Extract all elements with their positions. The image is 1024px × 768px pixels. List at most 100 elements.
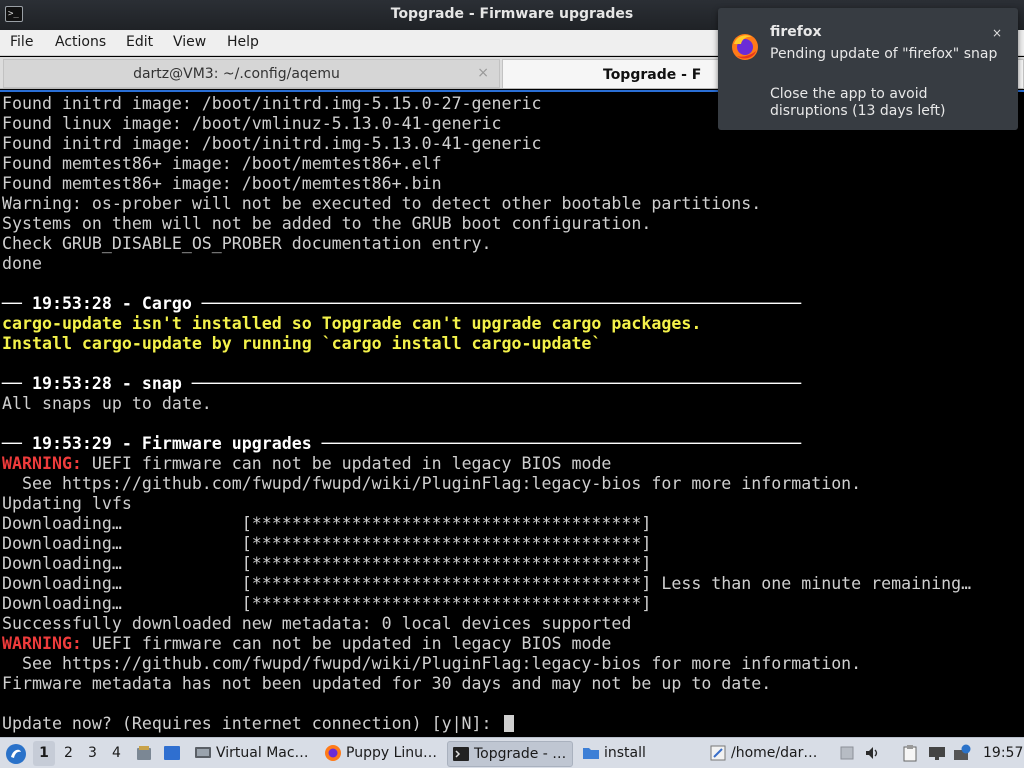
firefox-icon	[325, 745, 341, 761]
notification-app-name: firefox	[770, 24, 822, 40]
line-text: See https://github.com/fwupd/fwupd/wiki/…	[2, 474, 862, 493]
line-text: ── 19:53:29 - Firmware upgrades ────────…	[2, 434, 802, 453]
line-text: Check GRUB_DISABLE_OS_PROBER documentati…	[2, 234, 492, 253]
notification-popup[interactable]: firefox × Pending update of "firefox" sn…	[718, 8, 1018, 130]
terminal-line: Install cargo-update by running `cargo i…	[2, 334, 601, 354]
line-text: Found initrd image: /boot/initrd.img-5.1…	[2, 134, 542, 153]
task-puppy-linux[interactable]: Puppy Linu…	[320, 741, 442, 767]
network-icon[interactable]	[928, 744, 946, 762]
show-desktop-icon[interactable]	[163, 744, 181, 762]
terminal-line: Downloading… [**************************…	[2, 554, 651, 574]
line-text: done	[2, 254, 42, 273]
tab-label: dartz@VM3: ~/.config/aqemu	[133, 66, 340, 82]
line-text: Warning: os-prober will not be executed …	[2, 194, 762, 213]
task-topgrade[interactable]: Topgrade - …	[447, 741, 573, 767]
line-text: Updating lvfs	[2, 494, 132, 513]
terminal-line: Systems on them will not be added to the…	[2, 214, 651, 234]
terminal-line: Found memtest86+ image: /boot/memtest86+…	[2, 154, 442, 174]
terminal-line: Found initrd image: /boot/initrd.img-5.1…	[2, 134, 541, 154]
terminal-line: WARNING: UEFI firmware can not be update…	[2, 634, 611, 654]
text-editor-icon	[710, 745, 726, 761]
line-text: Successfully downloaded new metadata: 0 …	[2, 614, 632, 633]
terminal-line: All snaps up to date.	[2, 394, 212, 414]
menu-help[interactable]: Help	[227, 34, 259, 50]
terminal-line: Updating lvfs	[2, 494, 132, 514]
menu-view[interactable]: View	[173, 34, 206, 50]
terminal-line: Downloading… [**************************…	[2, 514, 651, 534]
terminal-line: Firmware metadata has not been updated f…	[2, 674, 771, 694]
terminal-line: done	[2, 254, 42, 274]
line-text: Found initrd image: /boot/initrd.img-5.1…	[2, 94, 542, 113]
clipboard-icon[interactable]	[901, 744, 919, 762]
terminal-cursor[interactable]	[503, 715, 514, 732]
workspace-4[interactable]: 4	[112, 745, 121, 761]
terminal-icon	[453, 747, 469, 761]
line-text: See https://github.com/fwupd/fwupd/wiki/…	[2, 654, 862, 673]
tab-close-icon[interactable]: ×	[477, 65, 489, 81]
terminal-line: Found initrd image: /boot/initrd.img-5.1…	[2, 94, 541, 114]
file-manager-icon[interactable]	[135, 744, 153, 762]
workspace-2[interactable]: 2	[64, 745, 73, 761]
terminal-line: cargo-update isn't installed so Topgrade…	[2, 314, 701, 334]
start-menu-icon[interactable]	[5, 743, 27, 765]
menu-edit[interactable]: Edit	[126, 34, 153, 50]
task-label: Virtual Mac…	[216, 745, 309, 761]
line-text: cargo-update isn't installed so Topgrade…	[2, 314, 702, 333]
terminal-line: See https://github.com/fwupd/fwupd/wiki/…	[2, 654, 861, 674]
terminal-line: ── 19:53:28 - Cargo ────────────────────…	[2, 294, 801, 314]
line-text: All snaps up to date.	[2, 394, 212, 413]
line-text: Downloading… [**************************…	[2, 554, 652, 573]
line-text: Downloading… [**************************…	[2, 574, 972, 593]
terminal-line: Warning: os-prober will not be executed …	[2, 194, 761, 214]
terminal-line: Found memtest86+ image: /boot/memtest86+…	[2, 174, 442, 194]
line-text: Found memtest86+ image: /boot/memtest86+…	[2, 174, 442, 193]
warning-label: WARNING:	[2, 634, 82, 653]
terminal-line: WARNING: UEFI firmware can not be update…	[2, 454, 611, 474]
task-install[interactable]: install	[578, 741, 698, 767]
taskbar: 1 2 3 4 Virtual Mac… Puppy Linu… Topgrad…	[0, 737, 1024, 768]
line-text: ── 19:53:28 - Cargo ────────────────────…	[2, 294, 802, 313]
warning-text: UEFI firmware can not be updated in lega…	[81, 454, 612, 473]
terminal-line: Downloading… [**************************…	[2, 594, 651, 614]
terminal-line: See https://github.com/fwupd/fwupd/wiki/…	[2, 474, 861, 494]
tab-aqemu[interactable]: dartz@VM3: ~/.config/aqemu ×	[3, 59, 500, 88]
warning-text: UEFI firmware can not be updated in lega…	[81, 634, 612, 653]
warning-label: WARNING:	[2, 454, 82, 473]
virtual-machine-icon	[195, 747, 211, 758]
line-text: Downloading… [**************************…	[2, 534, 652, 553]
task-label: /home/dar…	[731, 745, 818, 761]
task-label: Topgrade - …	[474, 746, 567, 762]
terminal-line: ── 19:53:29 - Firmware upgrades ────────…	[2, 434, 801, 454]
notification-close-icon[interactable]: ×	[988, 24, 1006, 42]
line-text: ── 19:53:28 - snap ─────────────────────…	[2, 374, 802, 393]
terminal-line: ── 19:53:28 - snap ─────────────────────…	[2, 374, 801, 394]
terminal-line: Update now? (Requires internet connectio…	[2, 714, 514, 734]
task-home-dir[interactable]: /home/dar…	[705, 741, 830, 767]
folder-icon	[583, 748, 599, 759]
line-text: Firmware metadata has not been updated f…	[2, 674, 772, 693]
workspace-3[interactable]: 3	[88, 745, 97, 761]
menu-file[interactable]: File	[10, 34, 33, 50]
menu-actions[interactable]: Actions	[55, 34, 106, 50]
line-text: Downloading… [**************************…	[2, 514, 652, 533]
terminal-line: Downloading… [**************************…	[2, 534, 651, 554]
notification-detail: Close the app to avoid disruptions (13 d…	[770, 86, 946, 119]
line-text: Install cargo-update by running `cargo i…	[2, 334, 602, 353]
volume-icon[interactable]	[863, 744, 881, 762]
system-tray-tiles-icon[interactable]	[838, 744, 856, 762]
tab-label: Topgrade - F	[603, 67, 702, 83]
terminal-line: Successfully downloaded new metadata: 0 …	[2, 614, 631, 634]
terminal-output[interactable]: Found initrd image: /boot/initrd.img-5.1…	[0, 90, 1024, 735]
line-text: Downloading… [**************************…	[2, 594, 652, 613]
line-text: Found linux image: /boot/vmlinuz-5.13.0-…	[2, 114, 502, 133]
updates-icon[interactable]	[953, 744, 971, 762]
terminal-line: Downloading… [**************************…	[2, 574, 971, 594]
workspace-1[interactable]: 1	[33, 741, 55, 766]
notification-summary: Pending update of "firefox" snap	[770, 46, 998, 62]
taskbar-clock[interactable]: 19:57	[983, 745, 1023, 761]
task-virtual-machine[interactable]: Virtual Mac…	[190, 741, 315, 767]
task-label: install	[604, 745, 646, 761]
terminal-line: Check GRUB_DISABLE_OS_PROBER documentati…	[2, 234, 492, 254]
prompt-text: Update now? (Requires internet connectio…	[2, 714, 502, 733]
terminal-line: Found linux image: /boot/vmlinuz-5.13.0-…	[2, 114, 502, 134]
